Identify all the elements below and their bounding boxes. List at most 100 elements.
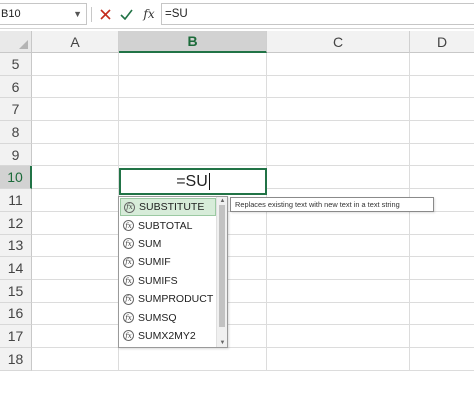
column-header-a[interactable]: A <box>32 31 119 53</box>
cell-d9[interactable] <box>410 144 474 167</box>
autocomplete-item[interactable]: fx SUMSQ <box>120 308 216 326</box>
cell-d18[interactable] <box>410 348 474 371</box>
grid-row: 13 <box>0 234 474 258</box>
formula-bar: B10 ▼ fx =SU <box>0 0 474 29</box>
cell-d16[interactable] <box>410 303 474 326</box>
chevron-down-icon[interactable]: ▼ <box>73 4 82 24</box>
close-icon <box>99 8 111 20</box>
autocomplete-scrollbar[interactable]: ▲ ▼ <box>216 197 227 347</box>
autocomplete-item[interactable]: fx SUMIF <box>120 253 216 271</box>
cell-d7[interactable] <box>410 98 474 122</box>
scrollbar-thumb[interactable] <box>219 205 225 327</box>
grid-row: 16 <box>0 302 474 326</box>
cell-c7[interactable] <box>267 98 410 122</box>
row-header-6[interactable]: 6 <box>0 75 32 99</box>
row-header-12[interactable]: 12 <box>0 211 32 235</box>
column-header-c[interactable]: C <box>267 31 410 53</box>
cell-c17[interactable] <box>267 325 410 348</box>
cell-a14[interactable] <box>32 257 119 280</box>
cell-a16[interactable] <box>32 302 119 326</box>
row-header-7[interactable]: 7 <box>0 98 32 122</box>
cell-b7[interactable] <box>119 98 267 122</box>
cell-d6[interactable] <box>410 76 474 99</box>
cell-a7[interactable] <box>32 98 119 122</box>
cell-b18[interactable] <box>119 347 267 371</box>
enter-button[interactable] <box>117 5 135 23</box>
grid-row: 12 <box>0 211 474 235</box>
cell-a10[interactable] <box>32 166 119 190</box>
cell-b5[interactable] <box>119 53 267 76</box>
row-header-13[interactable]: 13 <box>0 234 32 258</box>
cell-d5[interactable] <box>410 53 474 76</box>
cell-d17[interactable] <box>410 325 474 348</box>
cell-b8[interactable] <box>119 121 267 144</box>
row-header-15[interactable]: 15 <box>0 279 32 303</box>
autocomplete-item[interactable]: fx SUMPRODUCT <box>120 290 216 308</box>
cell-d8[interactable] <box>410 121 474 144</box>
cell-a9[interactable] <box>32 143 119 167</box>
cell-a13[interactable] <box>32 234 119 258</box>
cell-a18[interactable] <box>32 347 119 371</box>
cell-d10[interactable] <box>410 166 474 190</box>
cell-d12[interactable] <box>410 212 474 235</box>
row-header-8[interactable]: 8 <box>0 121 32 144</box>
cell-a17[interactable] <box>32 325 119 348</box>
function-icon: fx <box>123 330 134 342</box>
cell-c14[interactable] <box>267 257 410 280</box>
select-all-corner[interactable] <box>0 31 32 53</box>
cell-c6[interactable] <box>267 75 410 99</box>
autocomplete-item[interactable]: fx SUMIFS <box>120 272 216 290</box>
row-header-18[interactable]: 18 <box>0 347 32 371</box>
name-box-value: B10 <box>1 8 21 20</box>
cancel-button[interactable] <box>96 5 114 23</box>
column-header-b[interactable]: B <box>119 31 267 53</box>
row-header-11[interactable]: 11 <box>0 189 32 212</box>
insert-function-button[interactable]: fx <box>140 5 158 23</box>
cell-c16[interactable] <box>267 302 410 326</box>
cell-c12[interactable] <box>267 211 410 235</box>
cell-c15[interactable] <box>267 279 410 303</box>
autocomplete-item[interactable]: fx SUM <box>120 235 216 253</box>
row-header-16[interactable]: 16 <box>0 302 32 326</box>
autocomplete-item-label: SUMIFS <box>138 274 178 287</box>
column-header-d[interactable]: D <box>410 31 474 53</box>
cell-a15[interactable] <box>32 279 119 303</box>
cell-c9[interactable] <box>267 143 410 167</box>
autocomplete-item-label: SUMIF <box>138 256 171 269</box>
grid-row: 9 <box>0 143 474 167</box>
cell-d15[interactable] <box>410 280 474 303</box>
active-cell[interactable]: =SU <box>119 168 267 195</box>
name-box[interactable]: B10 ▼ <box>0 3 87 25</box>
function-icon: fx <box>124 201 135 213</box>
cell-c5[interactable] <box>267 53 410 76</box>
function-icon: fx <box>123 220 134 232</box>
scroll-up-icon[interactable]: ▲ <box>218 197 227 205</box>
autocomplete-item-label: SUBSTITUTE <box>139 201 205 214</box>
grid-row: 18 <box>0 347 474 371</box>
function-tooltip: Replaces existing text with new text in … <box>230 197 434 212</box>
cell-b9[interactable] <box>119 143 267 167</box>
cell-b6[interactable] <box>119 75 267 99</box>
cell-d14[interactable] <box>410 257 474 280</box>
row-header-5[interactable]: 5 <box>0 53 32 76</box>
autocomplete-item[interactable]: fx SUMX2MY2 <box>120 327 216 345</box>
row-header-17[interactable]: 17 <box>0 325 32 348</box>
cell-a8[interactable] <box>32 121 119 144</box>
formula-input[interactable]: =SU <box>161 3 474 25</box>
row-header-10[interactable]: 10 <box>0 166 32 190</box>
row-header-14[interactable]: 14 <box>0 257 32 280</box>
autocomplete-item[interactable]: fx SUBSTITUTE <box>120 198 216 217</box>
cell-a12[interactable] <box>32 211 119 235</box>
cell-c13[interactable] <box>267 234 410 258</box>
cell-a6[interactable] <box>32 75 119 99</box>
cell-a5[interactable] <box>32 53 119 76</box>
cell-c8[interactable] <box>267 121 410 144</box>
cell-c18[interactable] <box>267 347 410 371</box>
autocomplete-item[interactable]: fx SUBTOTAL <box>120 216 216 234</box>
cell-c10[interactable] <box>267 166 410 190</box>
cell-a11[interactable] <box>32 189 119 212</box>
scroll-down-icon[interactable]: ▼ <box>218 339 227 347</box>
cell-d13[interactable] <box>410 235 474 258</box>
row-header-9[interactable]: 9 <box>0 143 32 167</box>
function-autocomplete-list[interactable]: fx SUMX2MY2 fx SUMSQ fx SUMPRODUCT fx SUMIFS fx S… <box>118 196 228 348</box>
